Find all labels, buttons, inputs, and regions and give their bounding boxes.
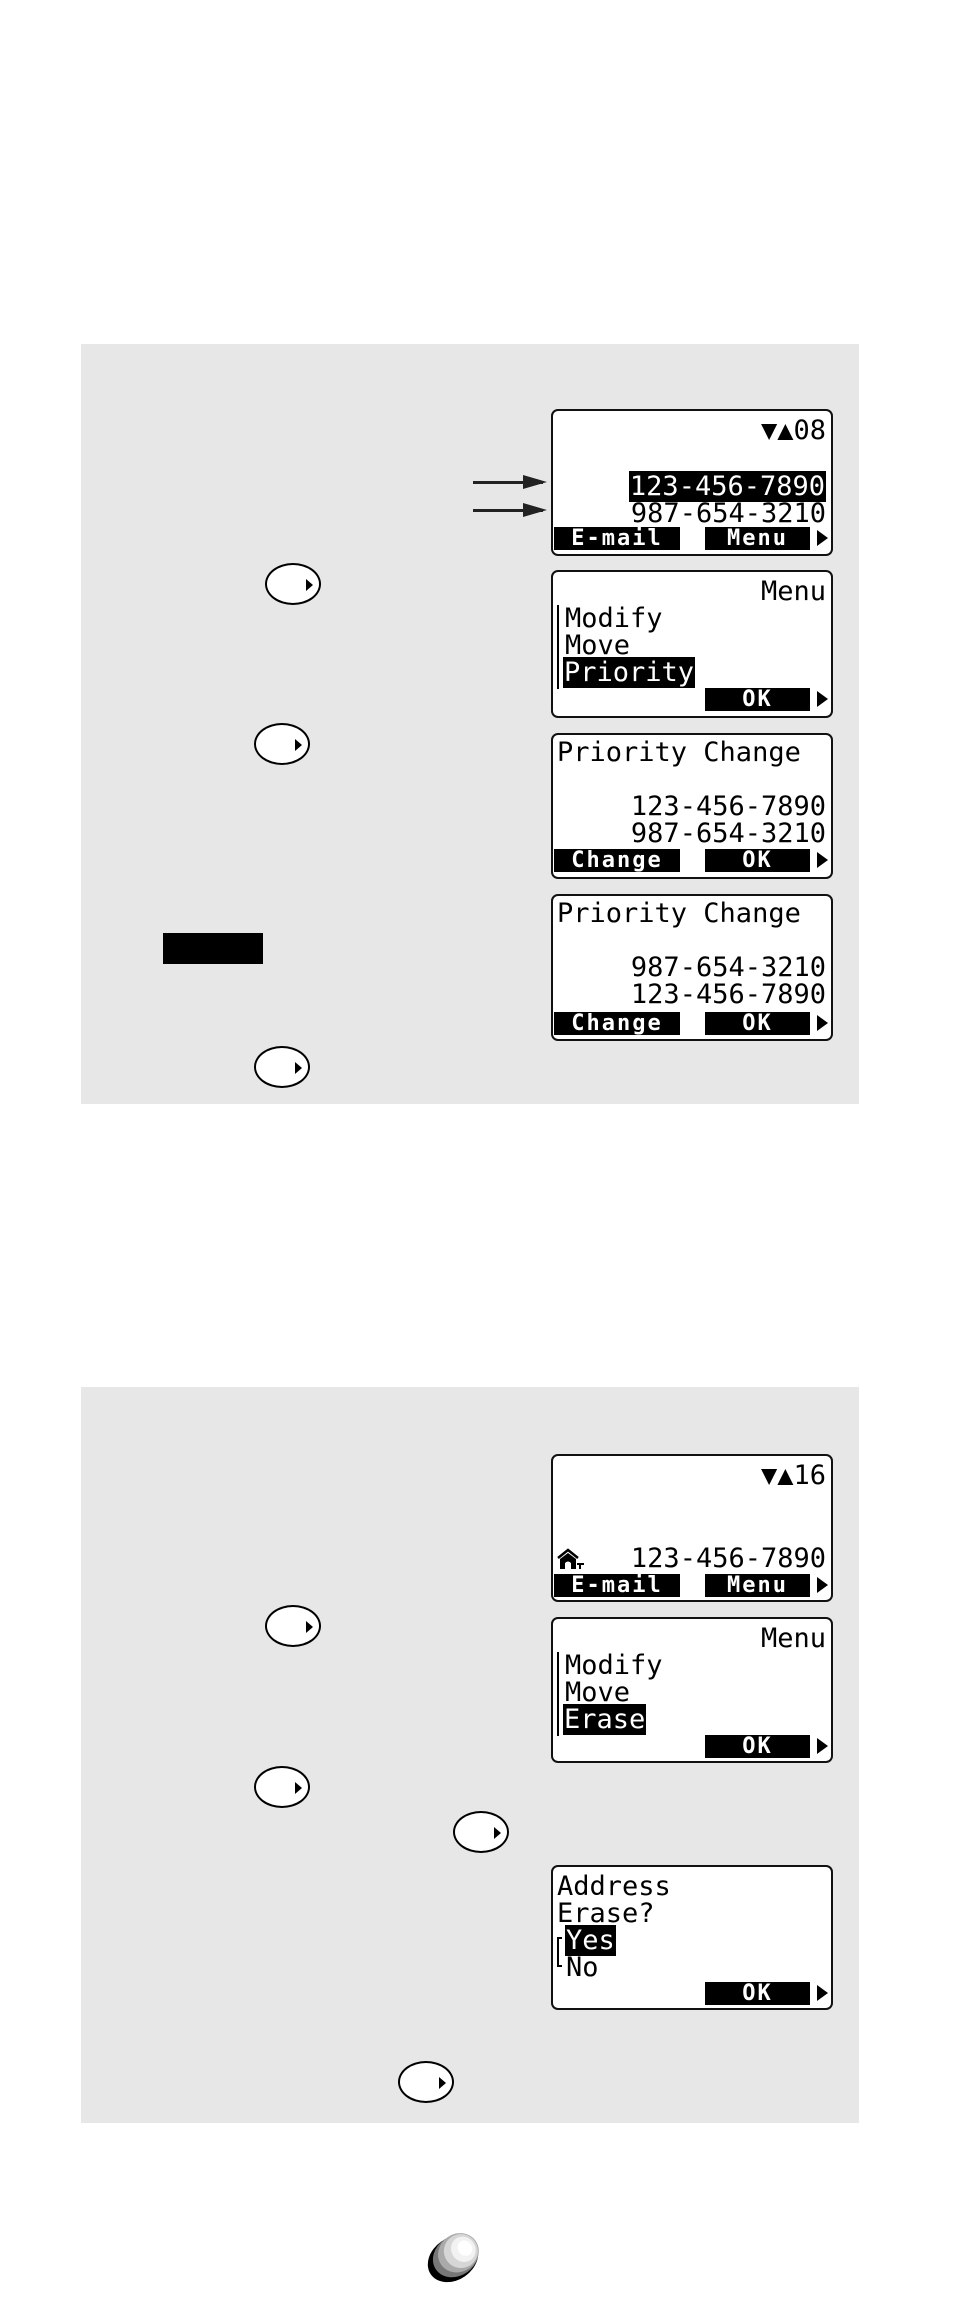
option-no[interactable]: No: [566, 1954, 826, 1981]
ok-softkey[interactable]: OK: [705, 1012, 810, 1035]
ok-softkey[interactable]: OK: [705, 1735, 810, 1758]
menu-scrollbar: [557, 1652, 559, 1736]
select-key-button[interactable]: [453, 1811, 509, 1853]
change-key-label: [163, 933, 263, 964]
list-item[interactable]: 123-456-7890: [557, 981, 826, 1008]
select-key-button[interactable]: [254, 1046, 310, 1088]
right-arrow-icon: [817, 1738, 828, 1754]
select-key-button[interactable]: [265, 1605, 321, 1647]
change-softkey[interactable]: Change: [554, 849, 680, 872]
right-arrow-icon: [817, 530, 828, 546]
entry-counter: ▼▲08: [760, 415, 826, 446]
brand-logo-icon: [427, 2233, 479, 2283]
pointer-arrow-icon: [473, 475, 547, 489]
lcd-priority-change-after: Priority Change 987-654-3210 123-456-789…: [551, 894, 833, 1041]
email-softkey[interactable]: E-mail: [554, 1574, 680, 1597]
bracket-tick: [557, 1937, 562, 1939]
lcd-erase-confirm: Address Erase? Yes No OK: [551, 1865, 833, 2010]
scroll-arrows-icon: ▼▲: [760, 415, 794, 446]
menu-title: Menu: [760, 1623, 826, 1654]
scroll-arrows-icon: ▼▲: [760, 1460, 794, 1491]
select-key-button[interactable]: [254, 1766, 310, 1808]
phone-number: 987-654-3210: [630, 498, 826, 529]
lcd-menu: Menu Modify Move Erase OK: [551, 1617, 833, 1763]
softkey-bar: E-mail Menu: [553, 527, 831, 550]
softkey-bar: Change OK: [553, 849, 831, 872]
menu-scrollbar: [557, 605, 559, 689]
menu-item-priority[interactable]: Priority: [563, 657, 826, 688]
softkey-bar: Change OK: [553, 1012, 831, 1035]
menu-item-modify[interactable]: Modify: [565, 1652, 826, 1679]
screen-title: Priority Change: [557, 898, 801, 929]
email-softkey[interactable]: E-mail: [554, 527, 680, 550]
pointer-arrow-icon: [473, 503, 547, 517]
select-key-button[interactable]: [398, 2061, 454, 2103]
list-item[interactable]: 123-456-7890: [557, 793, 826, 820]
menu-item-move[interactable]: Move: [565, 632, 826, 659]
lcd-priority-change-before: Priority Change 123-456-7890 987-654-321…: [551, 733, 833, 879]
change-softkey[interactable]: Change: [554, 1012, 680, 1035]
menu-item-erase[interactable]: Erase: [563, 1704, 826, 1735]
ok-softkey[interactable]: OK: [705, 849, 810, 872]
softkey-bar: OK: [553, 1982, 831, 2005]
softkey-bar: E-mail Menu: [553, 1574, 831, 1597]
right-arrow-icon: [817, 691, 828, 707]
entry-counter: ▼▲16: [760, 1460, 826, 1491]
list-item[interactable]: 123-456-7890: [557, 471, 826, 502]
bracket-tick: [557, 1965, 562, 1967]
option-bracket: [557, 1937, 559, 1967]
lcd-menu: Menu Modify Move Priority OK: [551, 570, 833, 718]
softkey-bar: OK: [553, 688, 831, 711]
lcd-address-list: ▼▲16 123-456-7890 E-mail Menu: [551, 1454, 833, 1602]
right-arrow-icon: [817, 852, 828, 868]
menu-softkey[interactable]: Menu: [705, 527, 810, 550]
list-item[interactable]: 987-654-3210: [557, 500, 826, 527]
lcd-address-list: ▼▲08 123-456-7890 987-654-3210 E-mail Me…: [551, 409, 833, 556]
softkey-bar: OK: [553, 1735, 831, 1758]
menu-title: Menu: [760, 576, 826, 607]
option-yes[interactable]: Yes: [565, 1925, 826, 1956]
right-arrow-icon: [817, 1985, 828, 2001]
confirm-line-2: Erase?: [557, 1898, 655, 1929]
menu-softkey[interactable]: Menu: [705, 1574, 810, 1597]
list-item[interactable]: 987-654-3210: [557, 820, 826, 847]
screen-title: Priority Change: [557, 737, 801, 768]
right-arrow-icon: [817, 1577, 828, 1593]
confirm-line-1: Address: [557, 1871, 671, 1902]
right-arrow-icon: [817, 1015, 828, 1031]
select-key-button[interactable]: [254, 723, 310, 765]
list-item[interactable]: 123-456-7890: [557, 1545, 826, 1572]
menu-item-modify[interactable]: Modify: [565, 605, 826, 632]
menu-item-move[interactable]: Move: [565, 1679, 826, 1706]
select-key-button[interactable]: [265, 563, 321, 605]
list-item[interactable]: 987-654-3210: [557, 954, 826, 981]
ok-softkey[interactable]: OK: [705, 1982, 810, 2005]
ok-softkey[interactable]: OK: [705, 688, 810, 711]
